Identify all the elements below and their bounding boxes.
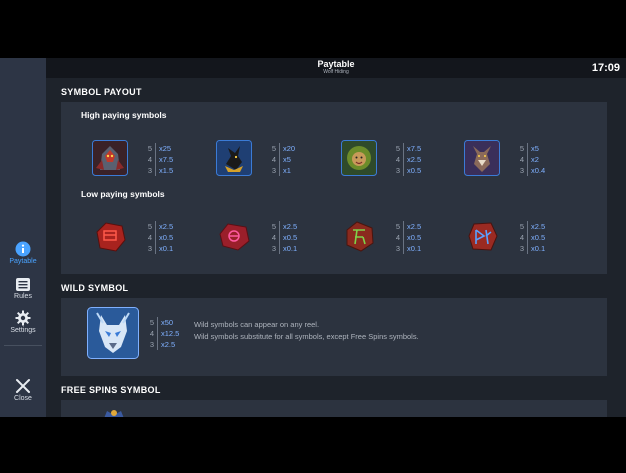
free-spins-symbol-icon (104, 410, 124, 417)
high-payout-4: 5 x5 4 x2 3 x0.4 (516, 143, 545, 176)
page-title: Paytable (317, 59, 355, 69)
wild-description: Wild symbols can appear on any reel. Wil… (194, 319, 419, 343)
purple-werewolf-symbol-icon (464, 140, 500, 176)
high-payout-1: 5 x25 4 x7.5 3 x1.5 (144, 143, 173, 176)
wild-description-line-2: Wild symbols substitute for all symbols,… (194, 332, 419, 341)
armored-warrior-symbol-icon (92, 140, 128, 176)
letterbox-top (0, 0, 626, 58)
nav-paytable[interactable]: Paytable (0, 241, 46, 265)
low-payout-3: 5 x2.5 4 x0.5 3 x0.1 (392, 221, 421, 254)
clock: 17:09 (591, 62, 620, 74)
wild-description-line-1: Wild symbols can appear on any reel. (194, 320, 320, 329)
symbol-payout-title: SYMBOL PAYOUT (61, 87, 142, 97)
close-button[interactable]: Close (0, 378, 46, 402)
letterbox-bottom (0, 417, 626, 473)
list-icon (16, 278, 30, 291)
nav-settings-label: Settings (10, 327, 36, 334)
nav-rules[interactable]: Rules (0, 277, 46, 300)
low-payout-2: 5 x2.5 4 x0.5 3 x0.1 (268, 221, 297, 254)
green-lion-symbol-icon (341, 140, 377, 176)
high-payout-2: 5 x20 4 x5 3 x1 (268, 143, 295, 176)
info-icon (15, 241, 31, 257)
nav-settings[interactable]: Settings (0, 310, 46, 334)
nav-rules-label: Rules (14, 293, 32, 300)
close-icon (16, 379, 30, 393)
high-payout-3: 5 x7.5 4 x2.5 3 x0.5 (392, 143, 421, 176)
red-rune-stone-4-icon (468, 222, 498, 251)
close-label: Close (14, 395, 32, 402)
wild-payout: 5 x50 4 x12.5 3 x2.5 (146, 317, 179, 350)
red-rune-stone-3-icon (346, 221, 374, 252)
wild-symbol-panel: 5 x50 4 x12.5 3 x2.5 Wild symbols can appea… (61, 298, 607, 376)
nav-paytable-label: Paytable (9, 258, 37, 265)
symbol-payout-panel: High paying symbols 5 x25 4 x7.5 3 x1.5 … (61, 102, 607, 274)
sidebar-divider (4, 345, 42, 346)
paytable-content[interactable]: SYMBOL PAYOUT High paying symbols 5 x25 … (46, 78, 626, 417)
high-paying-title: High paying symbols (81, 110, 167, 120)
sidebar: Paytable Rules Settings Close (0, 58, 47, 417)
header-bar: Paytable Wolf Hiding 17:09 (46, 58, 626, 78)
gear-icon (15, 310, 31, 326)
red-rune-stone-1-icon (96, 222, 126, 252)
ice-wolf-wild-icon (87, 307, 139, 359)
low-payout-1: 5 x2.5 4 x0.5 3 x0.1 (144, 221, 173, 254)
wild-symbol-title: WILD SYMBOL (61, 283, 129, 293)
low-payout-4: 5 x2.5 4 x0.5 3 x0.1 (516, 221, 545, 254)
anubis-jackal-symbol-icon (216, 140, 252, 176)
game-name: Wolf Hiding (323, 69, 349, 75)
free-spins-symbol-panel (61, 400, 607, 417)
red-rune-stone-2-icon (219, 223, 250, 251)
free-spins-symbol-title: FREE SPINS SYMBOL (61, 385, 161, 395)
low-paying-title: Low paying symbols (81, 189, 165, 199)
